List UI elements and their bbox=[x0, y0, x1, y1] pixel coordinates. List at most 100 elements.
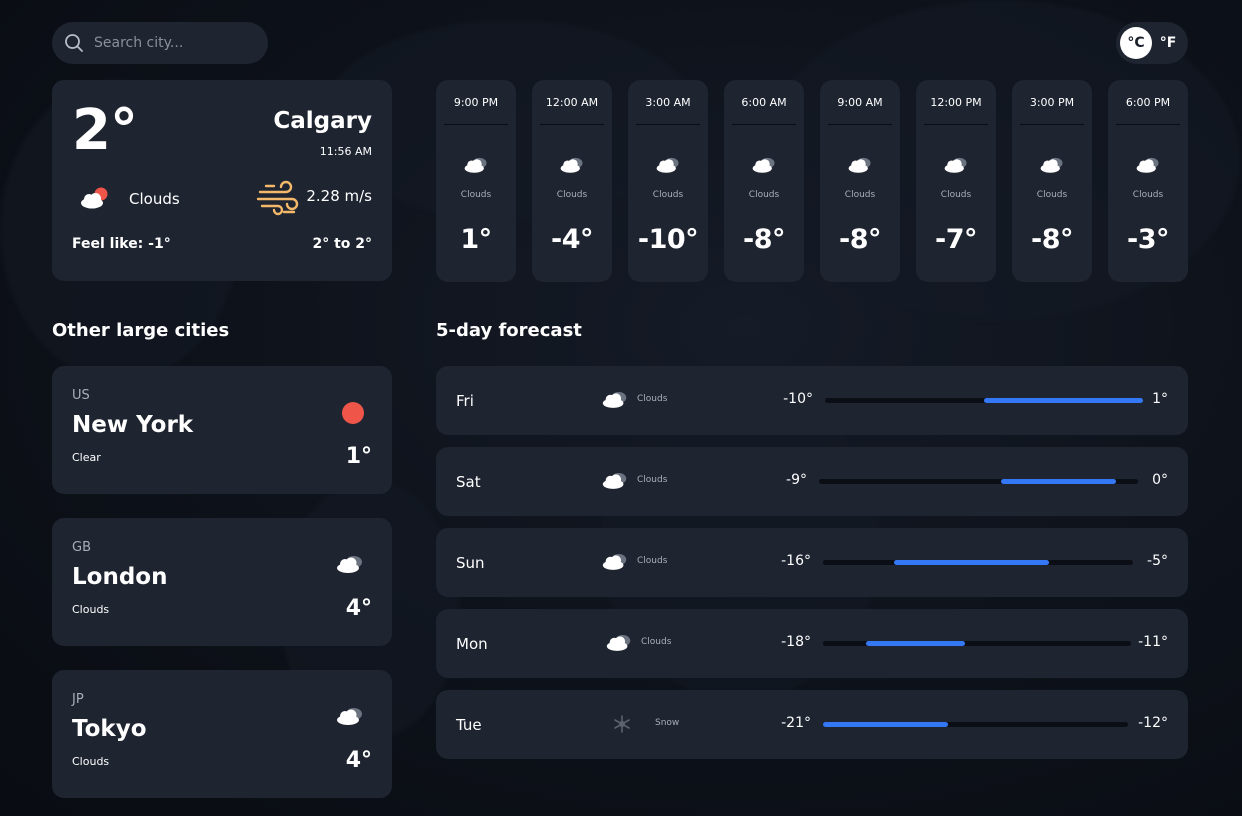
forecast-day: Sat bbox=[456, 473, 481, 491]
hourly-condition: Clouds bbox=[748, 190, 780, 200]
cloud-icon bbox=[752, 157, 775, 173]
cloud-icon bbox=[337, 708, 362, 725]
cloud-icon bbox=[1040, 157, 1063, 173]
forecast-row[interactable]: Mon Clouds -18° -11° bbox=[436, 609, 1188, 678]
cloud-sun-icon bbox=[81, 187, 108, 209]
forecast-condition: Snow bbox=[655, 718, 680, 728]
city-name: London bbox=[72, 564, 168, 590]
current-wind-speed: 2.28 m/s bbox=[306, 187, 372, 205]
search-input[interactable] bbox=[94, 35, 244, 51]
city-name: New York bbox=[72, 412, 194, 438]
temperature-range-bar bbox=[984, 398, 1143, 403]
hourly-temperature: -7° bbox=[935, 224, 978, 255]
divider bbox=[828, 124, 892, 125]
hourly-time: 12:00 AM bbox=[545, 96, 599, 109]
temperature-range-bar bbox=[1001, 479, 1116, 484]
hourly-time: 12:00 PM bbox=[930, 96, 982, 109]
city-card[interactable]: GB London Clouds 4° bbox=[52, 518, 392, 646]
cloud-icon bbox=[602, 553, 627, 570]
city-name: Tokyo bbox=[72, 716, 147, 742]
hourly-temperature: -8° bbox=[1031, 224, 1074, 255]
hourly-condition: Clouds bbox=[1036, 190, 1068, 200]
temperature-range-bar bbox=[823, 722, 948, 727]
hourly-temperature: -8° bbox=[743, 224, 786, 255]
forecast-min-temp: -16° bbox=[781, 553, 811, 569]
fahrenheit-button[interactable]: °F bbox=[1152, 35, 1184, 51]
divider bbox=[1116, 124, 1180, 125]
forecast-day: Sun bbox=[456, 554, 485, 572]
wind-icon bbox=[256, 180, 299, 216]
unit-toggle[interactable]: °C °F bbox=[1116, 22, 1188, 64]
current-weather-card: 2° Calgary 11:56 AM Clouds 2.28 m/s Feel… bbox=[52, 80, 392, 281]
forecast-row[interactable]: Tue Snow -21° -12° bbox=[436, 690, 1188, 759]
forecast-day: Fri bbox=[456, 392, 474, 410]
temperature-range-bar bbox=[894, 560, 1049, 565]
forecast-row[interactable]: Sun Clouds -16° -5° bbox=[436, 528, 1188, 597]
forecast-condition: Clouds bbox=[637, 394, 668, 404]
hourly-time: 3:00 PM bbox=[1029, 96, 1075, 109]
forecast-min-temp: -21° bbox=[781, 715, 811, 731]
cloud-icon bbox=[606, 634, 631, 651]
city-country: JP bbox=[72, 692, 84, 707]
forecast-day: Mon bbox=[456, 635, 488, 653]
forecast-max-temp: 1° bbox=[1152, 391, 1168, 407]
city-condition: Clouds bbox=[72, 755, 110, 768]
city-temperature: 1° bbox=[345, 444, 372, 469]
hourly-condition: Clouds bbox=[652, 190, 684, 200]
cloud-icon bbox=[602, 472, 627, 489]
forecast-min-temp: -18° bbox=[781, 634, 811, 650]
forecast-day: Tue bbox=[456, 716, 482, 734]
hourly-card: 9:00 PM Clouds 1° bbox=[436, 80, 516, 282]
temperature-range-track bbox=[819, 479, 1138, 484]
celsius-button[interactable]: °C bbox=[1120, 27, 1152, 59]
hourly-time: 6:00 AM bbox=[741, 96, 787, 109]
hourly-temperature: -3° bbox=[1127, 224, 1170, 255]
forecast-max-temp: -12° bbox=[1138, 715, 1168, 731]
forecast-max-temp: 0° bbox=[1152, 472, 1168, 488]
forecast-max-temp: -5° bbox=[1147, 553, 1168, 569]
city-card[interactable]: US New York Clear 1° bbox=[52, 366, 392, 494]
hourly-card: 6:00 AM Clouds -8° bbox=[724, 80, 804, 282]
feels-like: Feel like: -1° bbox=[72, 236, 171, 252]
hourly-condition: Clouds bbox=[460, 190, 492, 200]
cloud-icon bbox=[464, 157, 487, 173]
hourly-condition: Clouds bbox=[844, 190, 876, 200]
cloud-icon bbox=[848, 157, 871, 173]
temperature-range-track bbox=[823, 641, 1131, 646]
hourly-temperature: -10° bbox=[637, 224, 699, 255]
hourly-time: 9:00 AM bbox=[837, 96, 883, 109]
divider bbox=[1020, 124, 1084, 125]
forecast-heading: 5-day forecast bbox=[436, 320, 582, 341]
cloud-icon bbox=[602, 391, 627, 408]
current-temperature: 2° bbox=[72, 98, 138, 163]
cloud-icon bbox=[337, 556, 362, 573]
cloud-icon bbox=[944, 157, 967, 173]
search-bar[interactable] bbox=[52, 22, 268, 64]
current-time: 11:56 AM bbox=[319, 145, 372, 158]
city-card[interactable]: JP Tokyo Clouds 4° bbox=[52, 670, 392, 798]
other-cities-heading: Other large cities bbox=[52, 320, 230, 341]
temperature-range-track bbox=[823, 560, 1133, 565]
hourly-card: 6:00 PM Clouds -3° bbox=[1108, 80, 1188, 282]
hourly-temperature: -8° bbox=[839, 224, 882, 255]
forecast-condition: Clouds bbox=[637, 475, 668, 485]
hourly-condition: Clouds bbox=[940, 190, 972, 200]
forecast-row[interactable]: Sat Clouds -9° 0° bbox=[436, 447, 1188, 516]
city-temperature: 4° bbox=[345, 748, 372, 773]
hourly-time: 6:00 PM bbox=[1125, 96, 1171, 109]
temperature-range: 2° to 2° bbox=[312, 236, 372, 252]
city-temperature: 4° bbox=[345, 596, 372, 621]
cloud-icon bbox=[560, 157, 583, 173]
divider bbox=[636, 124, 700, 125]
city-condition: Clear bbox=[72, 451, 101, 464]
sun-icon bbox=[342, 402, 364, 424]
divider bbox=[732, 124, 796, 125]
hourly-card: 9:00 AM Clouds -8° bbox=[820, 80, 900, 282]
snowflake-icon bbox=[614, 715, 630, 733]
city-country: GB bbox=[72, 540, 91, 555]
hourly-card: 12:00 AM Clouds -4° bbox=[532, 80, 612, 282]
forecast-row[interactable]: Fri Clouds -10° 1° bbox=[436, 366, 1188, 435]
cloud-icon bbox=[656, 157, 679, 173]
current-city-name: Calgary bbox=[273, 108, 372, 134]
hourly-temperature: 1° bbox=[460, 224, 492, 255]
